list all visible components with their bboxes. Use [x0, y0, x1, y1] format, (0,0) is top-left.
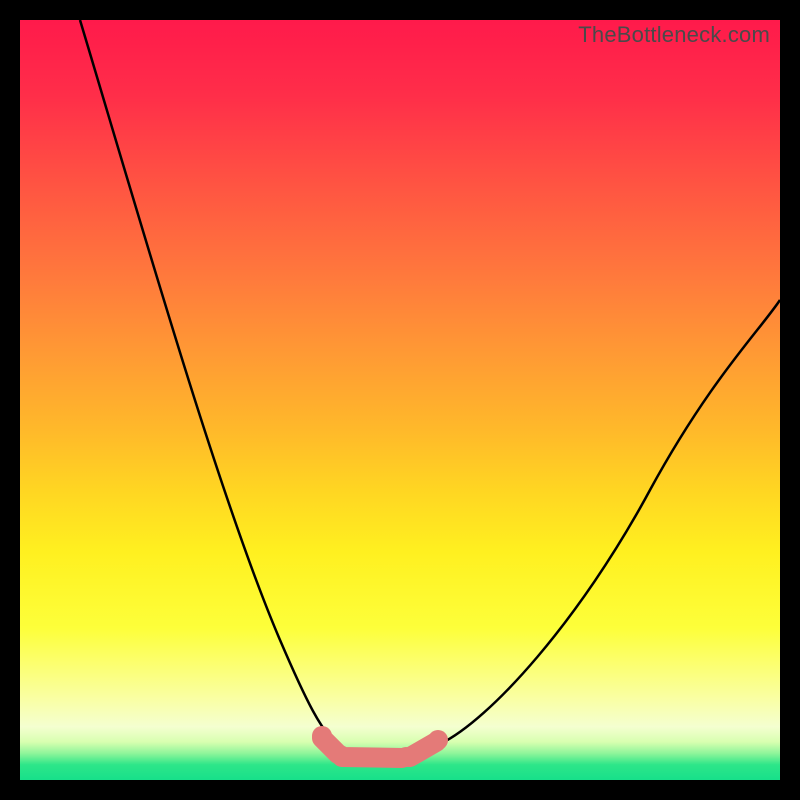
trough-dot-left [312, 726, 332, 746]
plot-area: TheBottleneck.com [20, 20, 780, 780]
left-curve [80, 20, 332, 740]
outer-frame: TheBottleneck.com [0, 0, 800, 800]
trough-dot-right [428, 730, 448, 750]
trough-dot-rmid [396, 747, 416, 767]
right-curve [440, 300, 780, 744]
trough-dot-lmid [330, 745, 350, 765]
chart-canvas [20, 20, 780, 780]
